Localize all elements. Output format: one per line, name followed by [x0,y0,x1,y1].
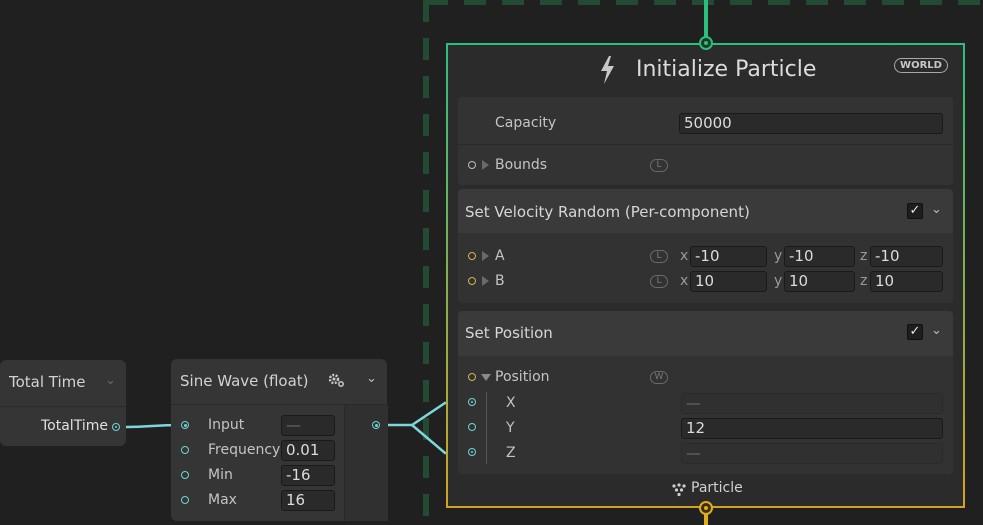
min-field[interactable]: -16 [281,465,335,486]
block-divider [458,144,953,145]
velocity-b-label: B [495,273,505,289]
collapse-triangle-icon[interactable] [481,374,491,381]
axis-z-label: z [860,248,868,264]
velocity-a-x-field[interactable]: -10 [690,246,767,267]
max-field[interactable]: 16 [281,490,335,511]
velocity-b-port[interactable] [468,277,476,285]
axis-x-label: x [680,273,689,289]
min-port[interactable] [181,471,189,479]
velocity-b-z-field[interactable]: 10 [870,271,943,292]
velocity-a-z-field[interactable]: -10 [870,246,943,267]
position-z-label: Z [506,445,516,461]
sine-wave-title: Sine Wave (float) [180,372,309,390]
min-label: Min [208,467,233,483]
expand-triangle-icon[interactable] [482,251,489,261]
tree-guide-line [486,392,487,464]
velocity-b-x-field[interactable]: 10 [690,271,767,292]
position-port[interactable] [468,373,476,381]
local-space-badge[interactable]: L [650,250,668,263]
position-y-field[interactable]: 12 [681,418,943,439]
output-column [344,405,388,521]
total-time-output-port[interactable] [112,423,120,431]
bounds-label: Bounds [495,157,548,173]
axis-y-label: y [774,273,783,289]
sine-input-field[interactable]: — [281,415,335,436]
port-dot [374,423,378,427]
frequency-field[interactable]: 0.01 [281,440,335,461]
frequency-label: Frequency [208,442,281,458]
expand-triangle-icon[interactable] [482,160,489,170]
settings-gear-icon[interactable] [327,372,345,388]
velocity-enabled-checkbox[interactable]: ✓ [907,203,923,219]
position-y-label: Y [506,420,515,436]
sine-wave-node[interactable]: Sine Wave (float) ⌄ [171,359,388,521]
total-time-title: Total Time [9,373,86,391]
axis-x-label: x [680,248,689,264]
flow-output-port[interactable] [699,501,713,515]
block-body [458,233,953,303]
position-x-label: X [506,395,516,411]
velocity-a-port[interactable] [468,252,476,260]
max-label: Max [208,492,237,508]
bounds-port[interactable] [468,161,476,169]
chevron-down-icon[interactable]: ⌄ [931,202,942,217]
flow-input-port[interactable] [699,36,713,50]
chevron-down-icon[interactable]: ⌄ [105,373,116,388]
chevron-down-icon[interactable]: ⌄ [931,323,942,338]
lightning-icon [601,56,614,84]
position-z-port[interactable] [468,448,476,456]
capacity-label: Capacity [495,115,557,131]
expand-triangle-icon[interactable] [482,276,489,286]
total-time-node[interactable]: Total Time ⌄ TotalTime [0,360,126,446]
velocity-a-label: A [495,248,505,264]
velocity-a-y-field[interactable]: -10 [784,246,855,267]
axis-z-label: z [860,273,868,289]
max-port[interactable] [181,496,189,504]
velocity-b-y-field[interactable]: 10 [784,271,855,292]
context-footer-label: Particle [691,480,743,496]
frequency-port[interactable] [181,446,189,454]
capacity-field[interactable]: 50000 [679,113,943,134]
local-space-badge[interactable]: L [650,275,668,288]
position-x-field[interactable]: — [681,393,943,414]
position-y-port[interactable] [468,423,476,431]
local-space-badge[interactable]: L [650,159,668,172]
chevron-down-icon[interactable]: ⌄ [366,371,377,386]
axis-y-label: y [774,248,783,264]
node-divider [0,406,126,407]
velocity-block-title: Set Velocity Random (Per-component) [465,203,750,221]
world-space-small-badge[interactable]: W [650,371,668,384]
position-z-field[interactable]: — [681,443,943,464]
world-space-badge[interactable]: WORLD [894,58,948,73]
position-x-port[interactable] [468,398,476,406]
total-time-output-label: TotalTime [41,418,108,434]
position-block-title: Set Position [465,324,553,342]
context-title: Initialize Particle [636,57,817,82]
position-enabled-checkbox[interactable]: ✓ [907,324,923,340]
position-label: Position [495,369,550,385]
port-dot [183,423,187,427]
sine-input-label: Input [208,417,245,433]
particle-icon [672,483,686,497]
